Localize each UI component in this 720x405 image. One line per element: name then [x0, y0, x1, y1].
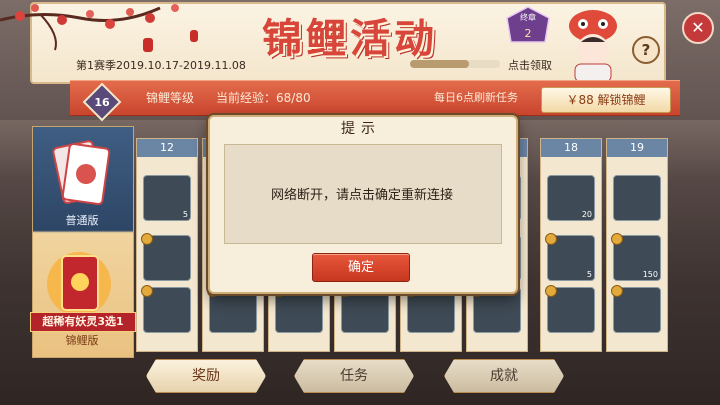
plum-blossom-decoration — [0, 4, 198, 52]
reward-slot[interactable]: 150 — [611, 233, 661, 281]
lock-icon — [545, 285, 557, 297]
current-exp-label: 当前经验：68/80 — [216, 91, 311, 105]
event-title: 锦鲤活动 — [262, 15, 438, 62]
lock-icon — [611, 233, 623, 245]
rare-spirit-banner: 超稀有妖灵3选1 — [30, 312, 136, 332]
normal-version-label: 普通版 — [65, 214, 99, 227]
lock-icon — [141, 233, 153, 245]
tab-rewards[interactable]: 奖励 — [146, 359, 266, 393]
task-refresh-note: 每日6点刷新任务 — [434, 91, 518, 104]
column-level-label: 18 — [541, 139, 601, 157]
help-button[interactable]: ? — [632, 36, 660, 64]
reward-slot[interactable]: 5 — [143, 175, 191, 221]
mascot-character-icon — [569, 10, 617, 82]
reward-slot[interactable] — [141, 285, 191, 333]
column-level-label: 19 — [607, 139, 667, 157]
level-diamond-icon: 16 — [82, 82, 122, 122]
tab-tasks[interactable]: 任务 — [294, 359, 414, 393]
reward-slot[interactable] — [611, 285, 661, 333]
season-progress-fill — [410, 60, 469, 68]
close-button[interactable]: ✕ — [682, 12, 714, 44]
reward-column: 12 5 — [136, 138, 198, 352]
reward-count: 20 — [581, 210, 592, 219]
reward-slot[interactable] — [545, 285, 595, 333]
dialog-title: 提示 — [341, 121, 381, 137]
lock-icon — [141, 285, 153, 297]
badge-number: 2 — [525, 27, 532, 40]
reward-count: 5 — [586, 270, 592, 279]
reward-count: 5 — [182, 210, 188, 219]
season-dates: 第1赛季2019.10.17-2019.11.08 — [76, 59, 246, 72]
level-number: 16 — [94, 96, 110, 109]
reward-column: 19 150 — [606, 138, 668, 352]
koi-version-label: 锦鲤版 — [65, 334, 99, 347]
column-level-label: 12 — [137, 139, 197, 157]
tab-achievements[interactable]: 成就 — [444, 359, 564, 393]
koi-level-label: 锦鲤等级 — [146, 91, 195, 105]
unlock-koi-button[interactable]: ￥88 解锁锦鲤 — [541, 87, 671, 113]
lock-icon — [545, 233, 557, 245]
reward-slot[interactable] — [141, 233, 191, 281]
koi-version-card-icon[interactable] — [44, 248, 114, 320]
badge-label: 终章 — [520, 12, 536, 22]
normal-version-card-icon[interactable] — [50, 138, 112, 210]
reward-column: 18 20 5 — [540, 138, 602, 352]
reward-slot[interactable]: 5 — [545, 233, 595, 281]
confirm-button[interactable]: 确定 — [312, 253, 410, 282]
reward-count: 150 — [642, 270, 658, 279]
reward-slot[interactable] — [613, 175, 661, 221]
lock-icon — [611, 285, 623, 297]
dialog-message: 网络断开，请点击确定重新连接 — [270, 188, 453, 203]
reward-slot[interactable]: 20 — [547, 175, 595, 221]
